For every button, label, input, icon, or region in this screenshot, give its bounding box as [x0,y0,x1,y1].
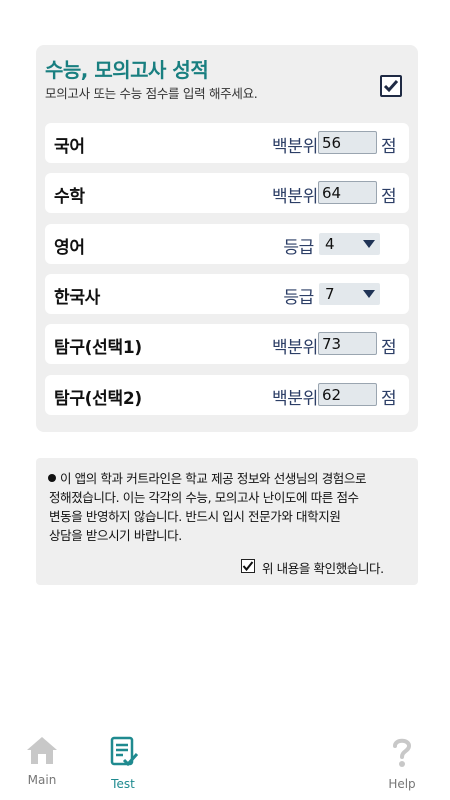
check-icon [383,80,399,93]
home-icon [27,737,57,764]
confirm-checkbox[interactable] [241,559,255,573]
nav-main-label: Main [27,773,57,787]
card-subtitle: 모의고사 또는 수능 점수를 입력 해주세요. [45,86,258,101]
notice-line: 변동을 반영하지 않습니다. 반드시 입시 전문가와 대학지원 [49,509,341,524]
caret-down-icon [363,240,375,248]
caret-down-icon [363,290,375,298]
score-kind-label: 백분위 [271,187,318,207]
subject-label: 한국사 [54,288,101,308]
score-row-elective-1: 탐구(선택1) 백분위 점 [45,324,409,364]
grade-select-value: 4 [325,235,335,253]
subject-label: 탐구(선택1) [54,338,142,358]
check-icon [242,561,254,572]
notice-line: 정해졌습니다. 이는 각각의 수능, 모의고사 난이도에 따른 점수 [49,490,359,505]
nav-help[interactable]: Help [372,735,432,791]
score-row-korean: 국어 백분위 점 [45,123,409,163]
clipboard-check-icon [110,736,139,767]
unit-label: 점 [381,389,397,409]
subject-label: 수학 [54,187,85,207]
score-kind-label: 등급 [283,238,314,258]
nav-test-label: Test [111,777,135,791]
percentile-input[interactable] [318,131,377,154]
score-kind-label: 백분위 [271,137,318,157]
score-card: 수능, 모의고사 성적 모의고사 또는 수능 점수를 입력 해주세요. 국어 백… [36,45,418,432]
confirm-label[interactable]: 위 내용을 확인했습니다. [262,558,384,577]
card-title: 수능, 모의고사 성적 [45,58,209,82]
unit-label: 점 [381,338,397,358]
score-kind-label: 백분위 [271,389,318,409]
bottom-nav: Main Test Help [0,730,450,800]
score-row-elective-2: 탐구(선택2) 백분위 점 [45,375,409,415]
score-kind-label: 백분위 [271,338,318,358]
notice-line: 상담을 받으시기 바랍니다. [49,528,182,543]
nav-help-label: Help [388,777,416,791]
question-icon [393,738,412,767]
score-kind-label: 등급 [283,288,314,308]
grade-select[interactable]: 4 [319,233,380,255]
percentile-input[interactable] [318,181,377,204]
unit-label: 점 [381,187,397,207]
nav-test[interactable]: Test [93,735,153,791]
percentile-input[interactable] [318,332,377,355]
nav-main[interactable]: Main [12,735,72,787]
unit-label: 점 [381,137,397,157]
grade-select[interactable]: 7 [319,283,380,305]
bullet-icon [48,474,56,482]
subject-label: 영어 [54,238,85,258]
score-row-korean-history: 한국사 등급 7 [45,274,409,314]
percentile-input[interactable] [318,383,377,406]
subject-label: 국어 [54,137,85,157]
notice-line: 이 앱의 학과 커트라인은 학교 제공 정보와 선생님의 경험으로 [60,471,367,486]
subject-label: 탐구(선택2) [54,389,142,409]
notice-box: 이 앱의 학과 커트라인은 학교 제공 정보와 선생님의 경험으로 정해졌습니다… [36,458,418,585]
score-row-english: 영어 등급 4 [45,224,409,264]
grade-select-value: 7 [325,285,335,303]
score-row-math: 수학 백분위 점 [45,173,409,213]
score-enable-checkbox[interactable] [380,75,402,97]
